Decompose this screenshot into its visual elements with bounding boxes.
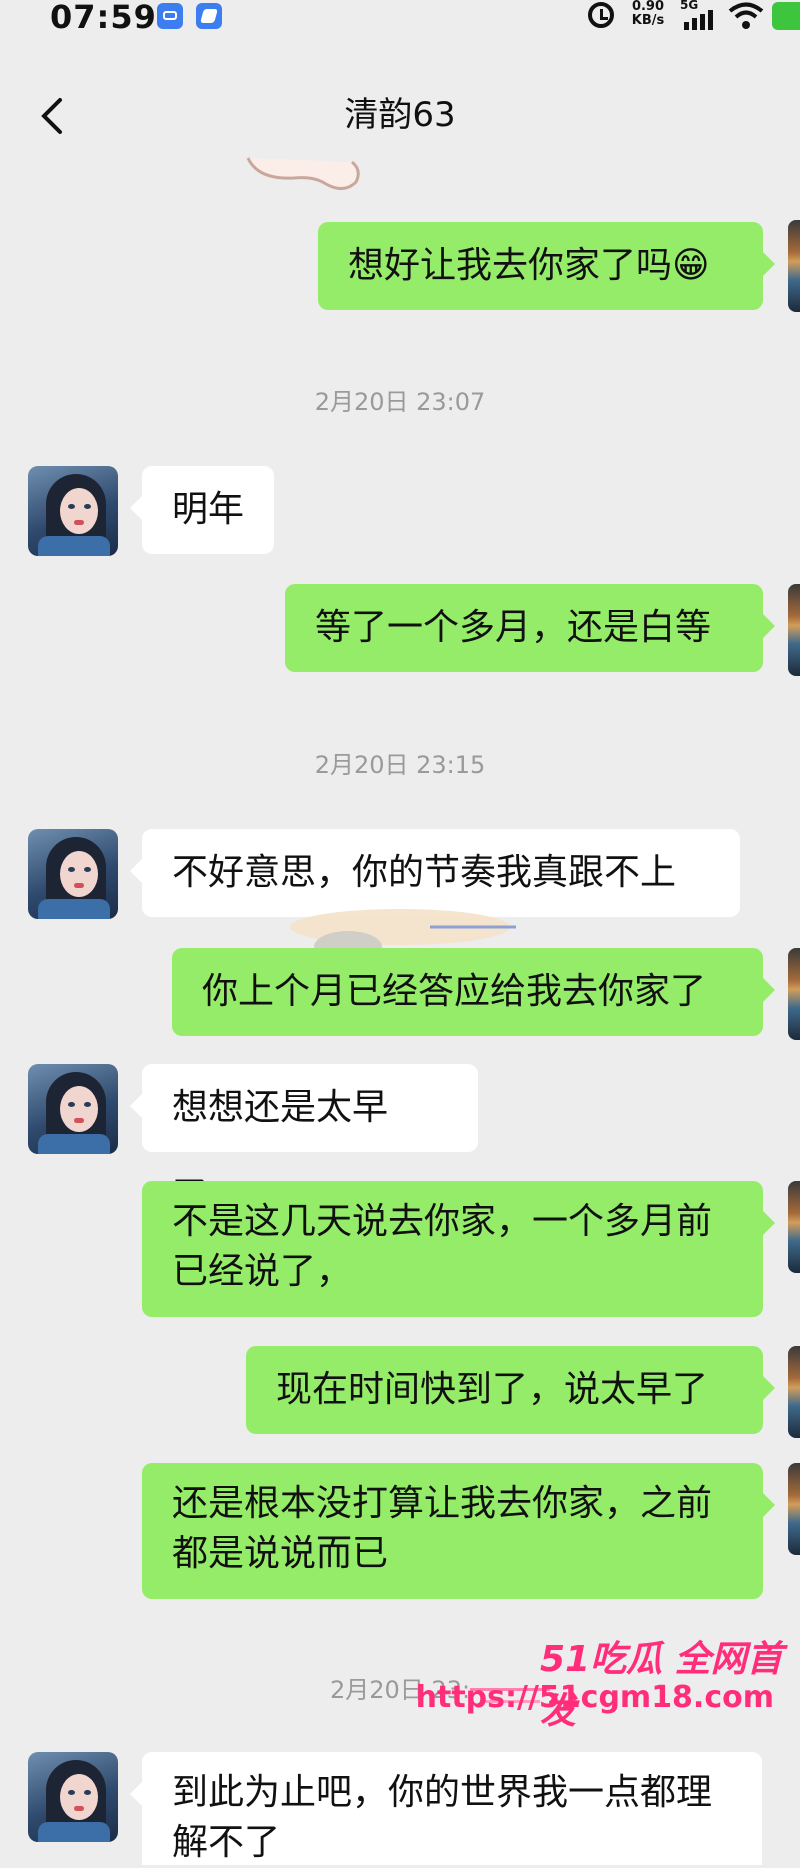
timestamp: 2月20日 23:15 [314,751,486,779]
message-text: 还是根本没打算让我去你家，之前都是说说而已 [172,1483,713,1574]
chat-title: 清韵63 [344,95,456,135]
message-bubble-outgoing[interactable]: 等了一个多月，还是白等 [285,584,775,672]
avatar[interactable] [28,1064,118,1154]
message-bubble-incoming[interactable]: 到此为止吧，你的世界我一点都理解不了 [130,1752,762,1865]
message-bubble-outgoing[interactable]: 现在时间快到了，说太早了 [246,1346,775,1434]
message-text: 明年 [172,489,245,530]
message-bubble-outgoing[interactable]: 你上个月已经答应给我去你家了 [172,948,775,1036]
signal-icon: 5G [680,0,716,30]
alarm-icon [588,2,614,28]
message-text: 到此为止吧，你的世界我一点都理解不了 [172,1772,713,1863]
message-text: 不好意思，你的节奏我真跟不上 [172,852,677,893]
network-speed-value: 0.90 [631,0,665,14]
avatar[interactable] [788,1181,800,1273]
message-bubble-incoming[interactable]: 想想还是太早了， [130,1064,478,1216]
message-text: 你上个月已经答应给我去你家了 [202,971,707,1012]
message-bubble-outgoing[interactable]: 还是根本没打算让我去你家，之前都是说说而已 [142,1463,775,1599]
wifi-icon [728,2,764,29]
avatar[interactable] [788,220,800,312]
avatar[interactable] [788,948,800,1040]
status-time: 07:59 [50,0,157,36]
status-bar: 07:59 0.90 KB/s 5G [0,0,800,44]
message-bubble-outgoing[interactable]: 想好让我去你家了吗😁 [318,222,775,310]
battery-icon [772,2,800,30]
app-icon [157,3,183,29]
avatar[interactable] [28,466,118,556]
avatar[interactable] [788,1463,800,1555]
avatar[interactable] [28,1752,118,1842]
message-bubble-outgoing[interactable]: 不是这几天说去你家，一个多月前已经说了， [142,1181,775,1317]
message-text: 现在时间快到了，说太早了 [276,1369,709,1410]
message-text: 等了一个多月，还是白等 [315,607,712,648]
message-text: 想好让我去你家了吗😁 [348,245,710,286]
chat-header: 清韵63 [0,80,800,150]
network-speed-unit: KB/s [631,13,665,28]
message-text: 不是这几天说去你家，一个多月前已经说了， [172,1201,713,1292]
message-bubble-incoming[interactable]: 明年 [130,466,274,554]
avatar[interactable] [788,584,800,676]
signal-bars [684,10,713,30]
avatar[interactable] [28,829,118,919]
app-icon [196,3,222,29]
watermark: 51吃瓜 全网首发 https://51cgm18.com [416,1630,800,1732]
timestamp: 2月20日 23:07 [314,388,486,416]
avatar[interactable] [788,1346,800,1438]
sticker-fragment [246,157,360,190]
message-bubble-incoming[interactable]: 不好意思，你的节奏我真跟不上 [130,829,740,917]
network-speed: 0.90 KB/s [628,0,668,28]
watermark-url: https://51cgm18.com [415,1680,774,1715]
